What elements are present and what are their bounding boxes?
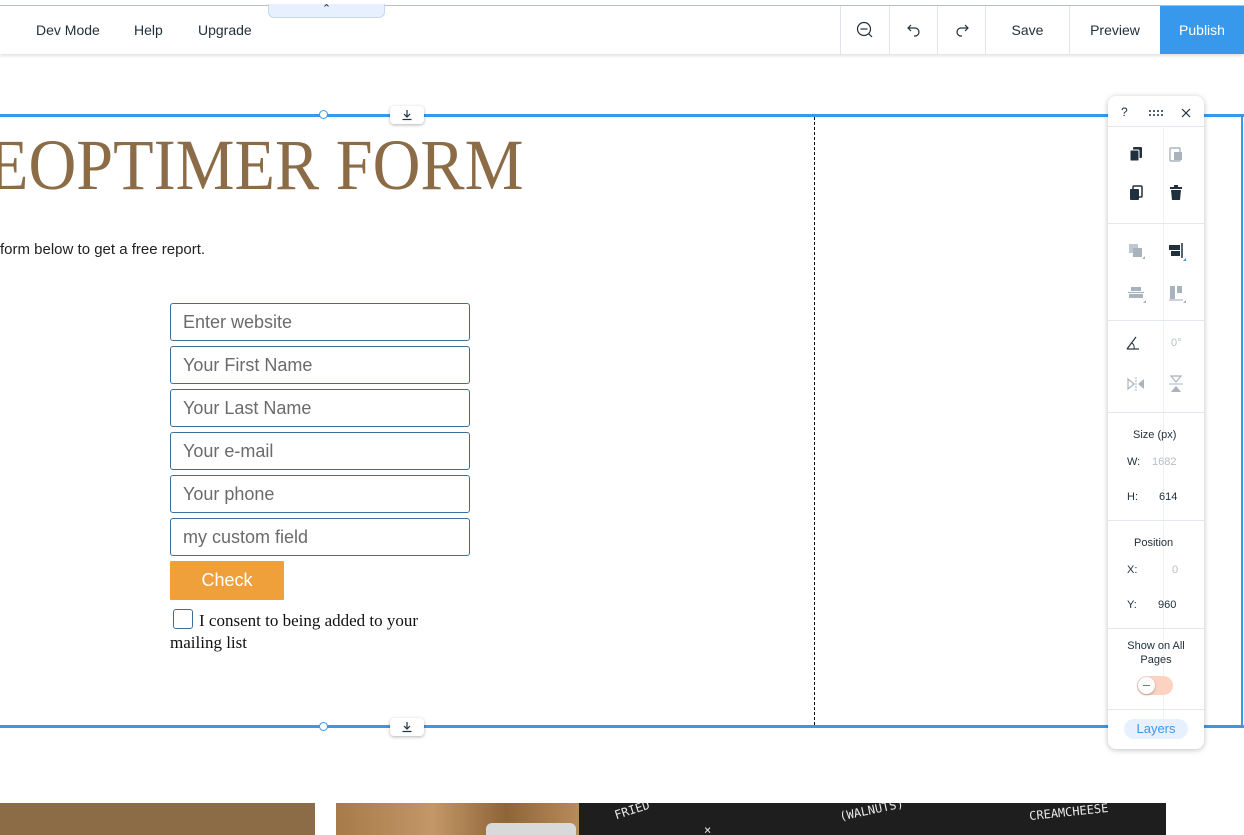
publish-button[interactable]: Publish	[1160, 6, 1244, 54]
show-on-all-pages-toggle[interactable]	[1137, 676, 1173, 695]
width-value[interactable]: 1682	[1152, 456, 1176, 468]
chevron-up-icon: ⌃	[321, 3, 332, 15]
stretch-handle-top[interactable]	[390, 106, 424, 124]
phone-field[interactable]	[170, 475, 470, 513]
size-title: Size (px)	[1133, 429, 1177, 441]
zoom-out-icon	[856, 21, 873, 38]
align-right-icon[interactable]	[1165, 240, 1187, 262]
redo-icon	[955, 24, 969, 37]
duplicate-icon[interactable]	[1125, 182, 1147, 204]
page-title[interactable]: EOPTIMER FORM	[0, 124, 524, 207]
y-label: Y:	[1127, 599, 1137, 611]
help-button[interactable]: ?	[1121, 105, 1128, 119]
preview-button[interactable]: Preview	[1069, 6, 1160, 54]
show-on-all-pages-label: Show on All Pages	[1127, 640, 1185, 666]
panel-divider	[1108, 412, 1204, 413]
zoom-out-button[interactable]	[840, 6, 889, 54]
menu-dev-mode[interactable]: Dev Mode	[36, 6, 100, 54]
width-label: W:	[1127, 456, 1141, 468]
x-value[interactable]: 0	[1172, 564, 1178, 576]
height-value[interactable]: 614	[1159, 491, 1177, 503]
stretch-handle-bottom[interactable]	[390, 718, 424, 736]
panel-divider	[1108, 628, 1204, 629]
page-subtitle[interactable]: form below to get a free report.	[0, 241, 205, 258]
page-gridline	[814, 117, 815, 725]
check-button[interactable]: Check	[170, 561, 284, 600]
panel-divider	[1108, 126, 1204, 127]
section-top-border	[0, 114, 1244, 117]
panel-column-divider	[1163, 126, 1164, 726]
redo-button[interactable]	[937, 6, 985, 54]
y-value[interactable]: 960	[1158, 599, 1176, 611]
align-middle-icon[interactable]	[1125, 282, 1147, 304]
undo-button[interactable]	[889, 6, 937, 54]
toggle-knob	[1138, 677, 1155, 694]
section-right-border	[1241, 115, 1243, 727]
menu-upgrade[interactable]: Upgrade	[198, 6, 252, 54]
close-icon[interactable]	[1175, 102, 1197, 124]
panel-divider	[1108, 223, 1204, 224]
collapse-toolbar-tab[interactable]: ⌃	[268, 4, 385, 18]
menu-help[interactable]: Help	[134, 6, 163, 54]
x-label: X:	[1127, 564, 1138, 576]
copy-icon[interactable]	[1125, 143, 1147, 165]
resize-handle-top[interactable]	[319, 110, 328, 119]
undo-icon	[906, 24, 920, 37]
next-section-color-block	[0, 803, 315, 835]
next-section-chalkboard-image: FRIED (WALNUTS) CREAMCHEESE ×	[579, 803, 1166, 835]
first-name-field[interactable]	[170, 346, 470, 384]
custom-field[interactable]	[170, 518, 470, 556]
email-field[interactable]	[170, 432, 470, 470]
properties-panel: ? 0° Size (px) W: 1682 H: 614 Position X…	[1108, 96, 1204, 749]
arrange-icon[interactable]	[1125, 240, 1147, 262]
panel-divider	[1108, 320, 1204, 321]
rotate-angle-icon[interactable]	[1122, 332, 1144, 354]
last-name-field[interactable]	[170, 389, 470, 427]
download-arrow-icon	[402, 110, 412, 121]
position-title: Position	[1134, 537, 1174, 549]
download-arrow-icon	[402, 722, 412, 733]
layers-button[interactable]: Layers	[1124, 719, 1188, 739]
website-field[interactable]	[170, 303, 470, 341]
panel-divider	[1108, 520, 1204, 521]
flip-horizontal-icon[interactable]	[1125, 373, 1147, 395]
paste-icon[interactable]	[1165, 143, 1187, 165]
consent-checkbox[interactable]	[173, 609, 193, 629]
drag-grip-icon[interactable]	[1145, 102, 1167, 124]
editor-top-bar: Dev Mode Help Upgrade ⌃ Save Preview Pub…	[0, 4, 1244, 54]
resize-handle-bottom[interactable]	[319, 722, 328, 731]
section-bottom-border	[0, 725, 1244, 728]
next-section-wood-image	[336, 803, 579, 835]
panel-divider	[1108, 709, 1204, 710]
consent-label: I consent to being added to your mailing…	[170, 611, 419, 652]
flip-vertical-icon[interactable]	[1165, 373, 1187, 395]
height-label: H:	[1127, 491, 1138, 503]
rotation-value[interactable]: 0°	[1171, 337, 1182, 349]
distribute-icon[interactable]	[1165, 282, 1187, 304]
save-button[interactable]: Save	[985, 6, 1069, 54]
trash-icon[interactable]	[1165, 182, 1187, 204]
